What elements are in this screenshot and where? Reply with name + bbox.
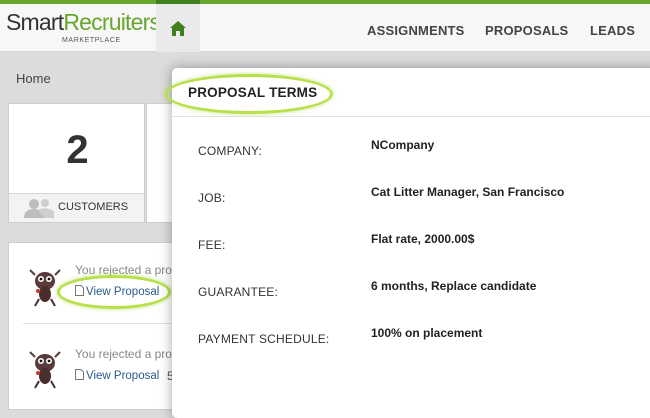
document-icon [75, 369, 84, 380]
title-highlight [165, 74, 333, 114]
view-proposal-label: View Proposal [86, 370, 160, 382]
home-icon [170, 20, 186, 36]
term-value-payment-schedule: 100% on placement [371, 326, 483, 340]
logo-text-smart: Smart [6, 9, 64, 35]
breadcrumb[interactable]: Home [16, 71, 51, 86]
term-label-company: COMPANY: [198, 144, 263, 158]
term-label-guarantee: GUARANTEE: [198, 285, 279, 299]
customers-stat-card[interactable]: 2 CUSTOMERS [8, 103, 145, 223]
nav-assignments[interactable]: ASSIGNMENTS [367, 23, 465, 38]
logo-text-recruiters: Recruiters [63, 9, 161, 35]
avatar-icon [29, 269, 61, 307]
term-label-job: JOB: [198, 191, 226, 205]
people-icon [24, 199, 54, 218]
logo-subtitle: MARKETPLACE [62, 37, 121, 44]
view-proposal-highlight [57, 275, 171, 309]
term-value-fee: Flat rate, 2000.00$ [371, 232, 475, 246]
proposal-terms-modal: PROPOSAL TERMS COMPANY: NCompany JOB: Ca… [165, 68, 650, 418]
activity-feed: You rejected a propo View Proposal You r… [8, 242, 189, 410]
top-navigation: SmartRecruiters MARKETPLACE ASSIGNMENTS … [0, 0, 650, 52]
home-tab[interactable] [156, 0, 200, 52]
customers-label: CUSTOMERS [58, 201, 129, 213]
activity-item: You rejected a propo View Proposal 5 [9, 347, 189, 397]
term-label-fee: FEE: [198, 238, 226, 252]
customers-count: 2 [66, 128, 89, 172]
term-value-company: NCompany [371, 138, 435, 152]
term-label-payment-schedule: PAYMENT SCHEDULE: [198, 332, 330, 346]
smartrecruiters-logo[interactable]: SmartRecruiters MARKETPLACE [6, 9, 161, 44]
customers-stat-footer: CUSTOMERS [9, 193, 144, 222]
nav-leads[interactable]: LEADS [590, 23, 635, 38]
term-value-job: Cat Litter Manager, San Francisco [371, 185, 565, 199]
activity-text: You rejected a propo [75, 347, 186, 361]
nav-proposals[interactable]: PROPOSALS [485, 23, 568, 38]
view-proposal-link[interactable]: View Proposal [75, 369, 159, 382]
avatar-icon [29, 351, 61, 389]
modal-header: PROPOSAL TERMS [165, 68, 650, 117]
divider [23, 323, 189, 324]
term-value-guarantee: 6 months, Replace candidate [371, 279, 537, 293]
